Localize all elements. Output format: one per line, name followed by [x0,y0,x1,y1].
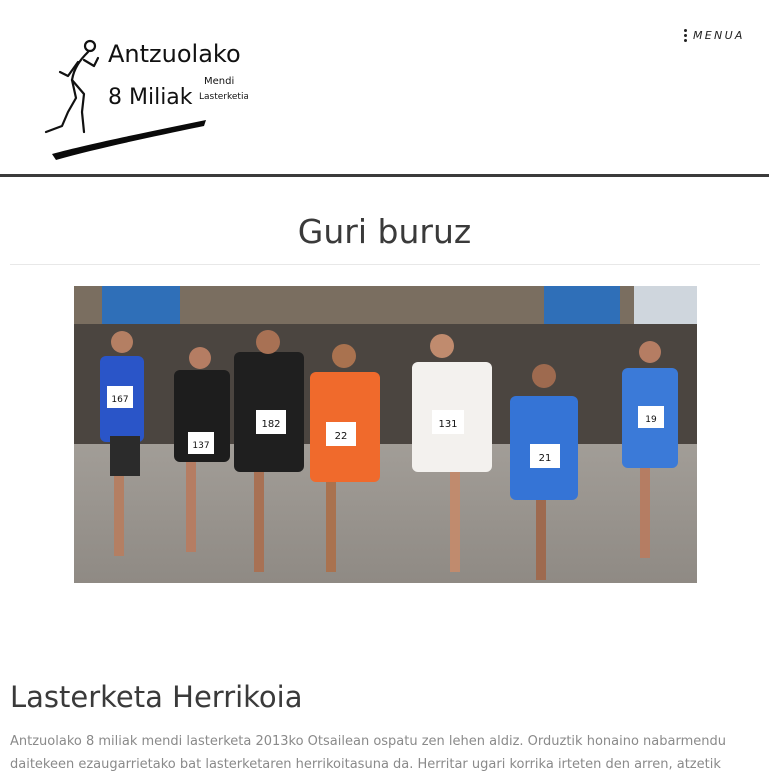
brush-stroke-icon [52,120,206,160]
bib-number: 182 [261,419,280,430]
runner-silhouette-icon [44,39,100,134]
bib-number: 137 [192,441,209,451]
page-title: Guri buruz [297,212,472,251]
bib-number: 22 [335,431,348,442]
logo-line-2: 8 Miliak [108,85,193,110]
site-logo[interactable]: Antzuolako 8 Miliak Mendi Lasterketia [38,36,248,162]
hero-image: 167 137 182 22 131 21 19 [74,286,697,583]
race-start-photo: 167 137 182 22 131 21 19 [74,286,697,583]
title-divider [10,264,760,265]
bib-number: 19 [645,415,657,425]
bib-number: 21 [539,453,552,464]
section-paragraph: Antzuolako 8 miliak mendi lasterketa 201… [10,734,726,772]
logo-line-4: Lasterketia [199,92,248,102]
bib-number: 131 [438,419,457,430]
menu-button[interactable]: MENUA [684,26,745,44]
logo-line-1: Antzuolako [108,40,241,68]
site-header: Antzuolako 8 Miliak Mendi Lasterketia ME… [0,0,769,177]
menu-label: MENUA [693,28,745,42]
kebab-menu-icon [684,28,687,42]
section-title: Lasterketa Herrikoia [10,680,303,714]
bib-number: 167 [111,395,128,405]
logo-line-3: Mendi [204,76,234,87]
